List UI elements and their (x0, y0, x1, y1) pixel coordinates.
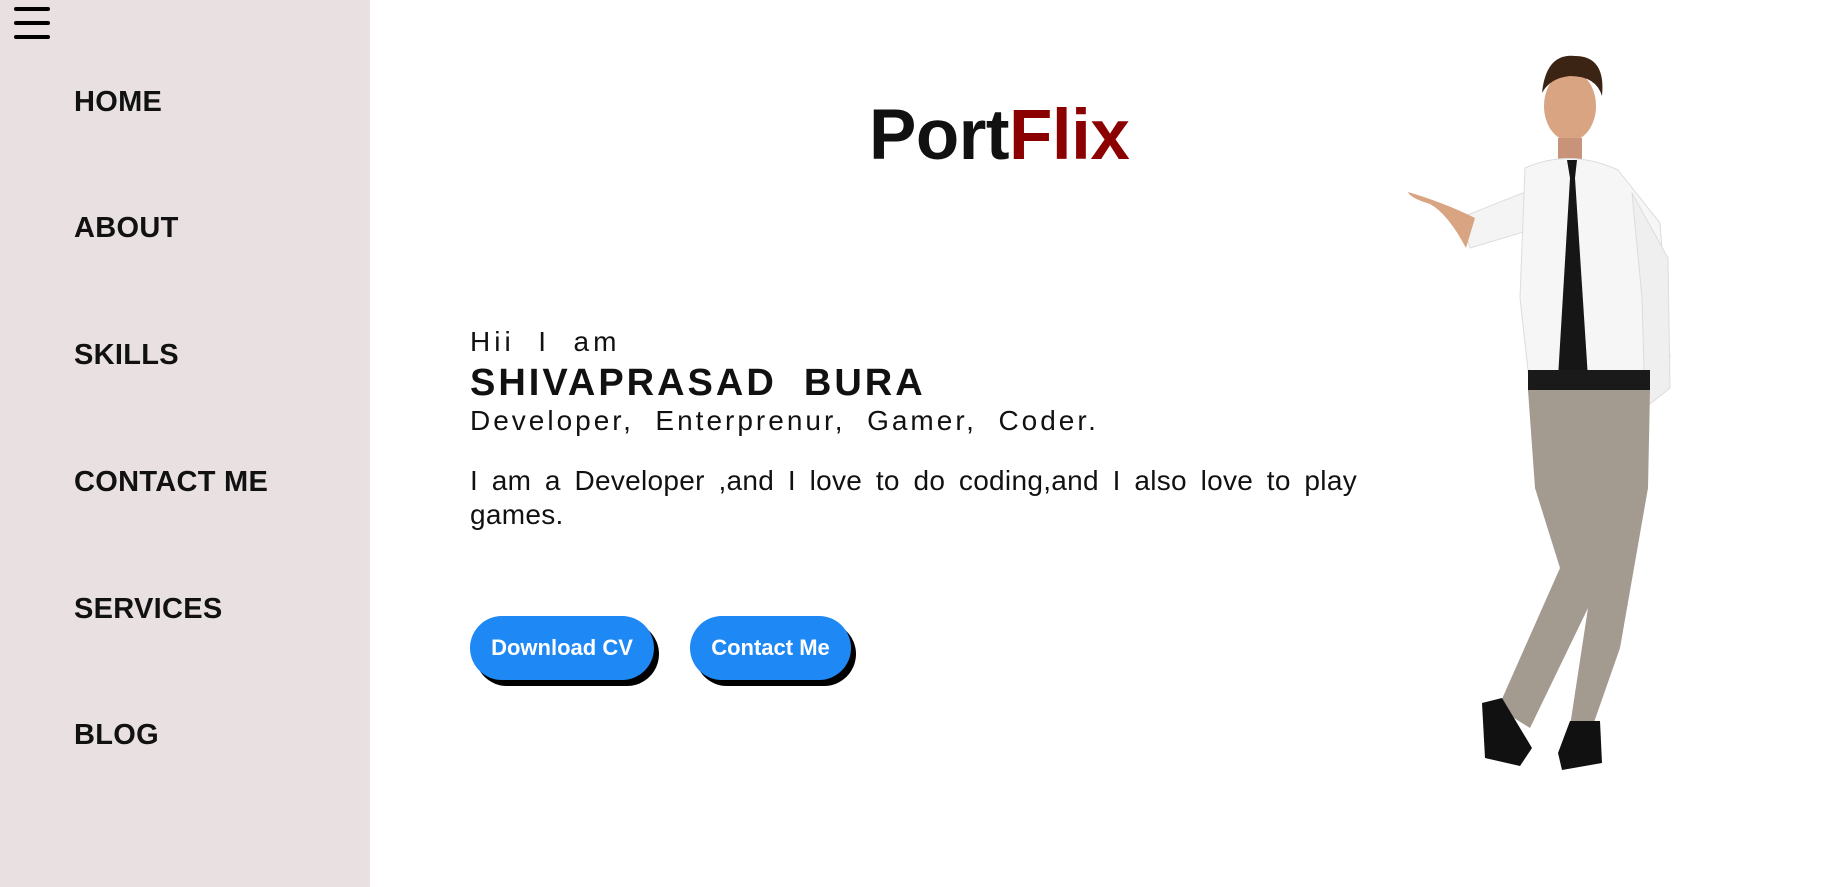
download-cv-button[interactable]: Download CV (470, 616, 654, 680)
hamburger-menu-icon[interactable] (14, 7, 50, 39)
nav-item-about[interactable]: ABOUT (74, 212, 179, 245)
nav-item-skills[interactable]: SKILLS (74, 339, 179, 372)
hero-name: SHIVAPRASAD BURA (470, 362, 926, 404)
nav-item-contact-me[interactable]: CONTACT ME (74, 466, 268, 499)
hero-roles: Developer, Enterprenur, Gamer, Coder. (470, 405, 1099, 436)
hero-about-text: I am a Developer ,and I love to do codin… (470, 465, 1357, 530)
hero-greeting: Hii I am (470, 326, 621, 357)
sidebar: HOME ABOUT SKILLS CONTACT ME SERVICES BL… (0, 0, 370, 887)
logo-part-port: Port (869, 96, 1010, 175)
nav-item-home[interactable]: HOME (74, 86, 162, 119)
nav-item-blog[interactable]: BLOG (74, 719, 159, 752)
contact-me-button[interactable]: Contact Me (690, 616, 851, 680)
logo-part-flix: Flix (1009, 96, 1130, 175)
site-logo: PortFlix (869, 95, 1130, 176)
nav-item-services[interactable]: SERVICES (74, 593, 223, 626)
hero-person-image (1408, 55, 1671, 770)
